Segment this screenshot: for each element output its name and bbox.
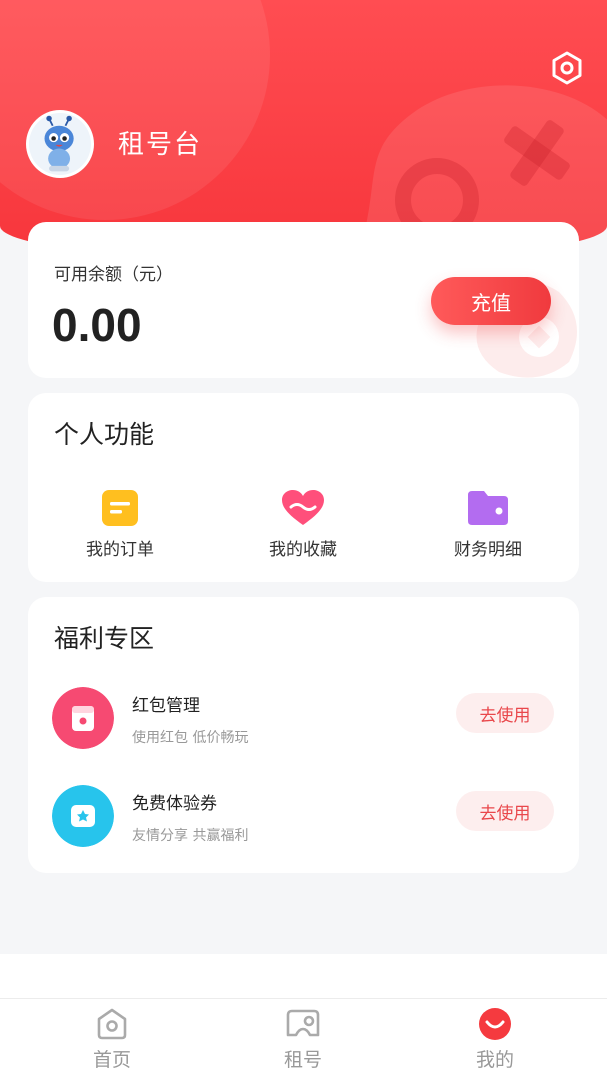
nav-item-home[interactable]: 首页 xyxy=(52,1007,172,1072)
recharge-button[interactable]: 充值 xyxy=(431,277,551,325)
balance-label: 可用余额（元） xyxy=(54,265,173,285)
finance-details-label: 财务明细 xyxy=(454,540,522,560)
welfare-row-red-packet: 红包管理 使用红包 低价畅玩 去使用 xyxy=(28,687,579,757)
my-favorites-label: 我的收藏 xyxy=(269,540,337,560)
welfare-zone-card: 福利专区 红包管理 使用红包 低价畅玩 去使用 免费体验券 友情分享 共赢福利 … xyxy=(28,597,579,873)
trial-coupon-title: 免费体验券 xyxy=(132,794,217,814)
red-packet-subtitle: 使用红包 低价畅玩 xyxy=(132,730,249,746)
nav-item-rent[interactable]: 租号 xyxy=(243,1007,363,1072)
my-favorites-button[interactable]: 我的收藏 xyxy=(233,489,373,560)
finance-details-button[interactable]: 财务明细 xyxy=(418,489,558,560)
home-icon xyxy=(97,1008,127,1040)
nav-item-mine[interactable]: 我的 xyxy=(435,1007,555,1072)
heart-icon xyxy=(282,490,324,525)
username: 租号台 xyxy=(118,130,203,160)
trial-coupon-use-button[interactable]: 去使用 xyxy=(456,791,554,831)
nav-label-home: 首页 xyxy=(92,1049,131,1071)
profile-smile-icon xyxy=(479,1008,511,1040)
balance-value: 0.00 xyxy=(52,299,142,351)
bottom-navigation: 首页 租号 我的 xyxy=(0,998,607,1080)
settings-icon[interactable] xyxy=(549,50,585,86)
rent-icon xyxy=(286,1009,320,1037)
my-orders-label: 我的订单 xyxy=(86,540,154,560)
nav-label-mine: 我的 xyxy=(475,1049,514,1071)
red-packet-use-button[interactable]: 去使用 xyxy=(456,693,554,733)
welfare-row-trial-coupon: 免费体验券 友情分享 共赢福利 去使用 xyxy=(28,785,579,855)
red-packet-title: 红包管理 xyxy=(132,696,200,716)
red-packet-icon xyxy=(52,687,114,749)
personal-functions-title: 个人功能 xyxy=(54,420,155,449)
wallet-icon xyxy=(468,491,508,525)
my-orders-button[interactable]: 我的订单 xyxy=(50,489,190,560)
header-decor-circle xyxy=(0,0,270,220)
content-bottom-spacer xyxy=(0,954,607,998)
welfare-zone-title: 福利专区 xyxy=(54,624,155,653)
avatar[interactable] xyxy=(26,110,94,178)
coupon-icon xyxy=(52,785,114,847)
trial-coupon-subtitle: 友情分享 共赢福利 xyxy=(132,828,249,844)
bee-mascot-avatar-icon xyxy=(29,113,91,175)
personal-functions-card: 个人功能 我的订单 我的收藏 财务明细 xyxy=(28,393,579,582)
balance-card: 可用余额（元） 0.00 充值 xyxy=(28,222,579,378)
nav-label-rent: 租号 xyxy=(283,1049,322,1071)
order-icon xyxy=(102,490,138,526)
